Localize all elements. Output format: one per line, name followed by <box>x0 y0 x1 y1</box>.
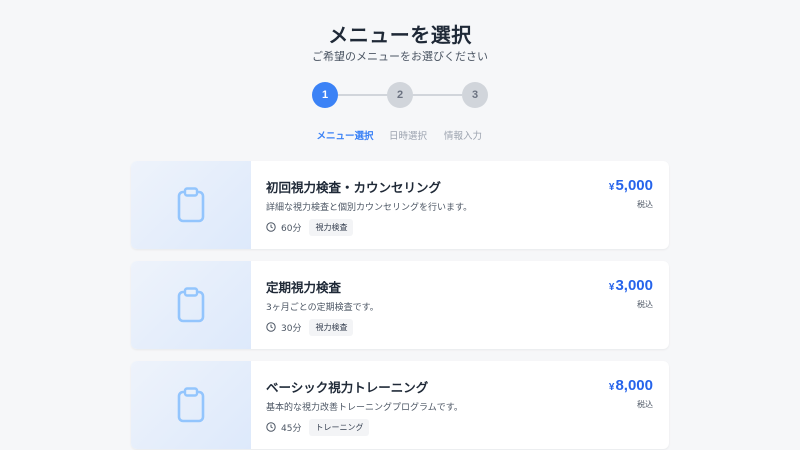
menu-card[interactable]: ベーシック視力トレーニング 基本的な視力改善トレーニングプログラムです。 45分… <box>131 361 669 449</box>
clipboard-icon <box>177 187 205 223</box>
price-currency: ¥ <box>608 282 615 293</box>
page-title: メニューを選択 <box>328 23 472 47</box>
card-thumbnail <box>131 361 251 449</box>
menu-description: 詳細な視力検査と個別カウンセリングを行います。 <box>266 203 473 213</box>
menu-meta: 60分 視力検査 <box>266 218 354 236</box>
menu-title: ベーシック視力トレーニング <box>266 380 429 395</box>
step-connector <box>412 94 462 96</box>
clipboard-icon <box>177 387 205 423</box>
clipboard-icon <box>177 287 205 323</box>
price-currency: ¥ <box>608 382 615 393</box>
card-thumbnail <box>131 261 251 349</box>
menu-price: ¥3,000 <box>609 277 653 294</box>
clock-icon <box>266 422 276 432</box>
menu-duration: 60分 <box>281 223 302 234</box>
price-currency: ¥ <box>608 182 615 193</box>
menu-tag: 視力検査 <box>309 318 354 336</box>
step-2-circle: 2 <box>387 82 413 108</box>
menu-description: 基本的な視力改善トレーニングプログラムです。 <box>266 403 463 413</box>
tax-note: 税込 <box>637 300 653 309</box>
price-value: 5,000 <box>615 177 653 194</box>
menu-duration: 45分 <box>281 423 302 434</box>
page-subtitle: ご希望のメニューをお選びください <box>312 50 488 63</box>
step-connector <box>338 94 388 96</box>
clock-icon <box>266 222 276 232</box>
menu-price: ¥5,000 <box>609 177 653 194</box>
clock-icon <box>266 322 276 332</box>
progress-stepper: 1 2 3 <box>312 82 488 108</box>
menu-card[interactable]: 定期視力検査 3ヶ月ごとの定期検査です。 30分 視力検査 ¥3,000 税込 <box>131 261 669 349</box>
price-value: 8,000 <box>615 377 653 394</box>
menu-tag: 視力検査 <box>309 218 354 236</box>
menu-title: 初回視力検査・カウンセリング <box>266 180 442 195</box>
step-3-circle: 3 <box>462 82 488 108</box>
price-value: 3,000 <box>615 277 653 294</box>
menu-card[interactable]: 初回視力検査・カウンセリング 詳細な視力検査と個別カウンセリングを行います。 6… <box>131 161 669 249</box>
menu-price: ¥8,000 <box>609 377 653 394</box>
step-2-label: 日時選択 <box>388 131 428 142</box>
menu-meta: 30分 視力検査 <box>266 318 354 336</box>
menu-title: 定期視力検査 <box>266 280 342 295</box>
menu-description: 3ヶ月ごとの定期検査です。 <box>266 303 379 313</box>
step-1-label: メニュー選択 <box>316 131 374 142</box>
step-3-label: 情報入力 <box>443 131 483 142</box>
tax-note: 税込 <box>637 200 653 209</box>
menu-duration: 30分 <box>281 323 302 334</box>
menu-meta: 45分 トレーニング <box>266 418 370 436</box>
card-thumbnail <box>131 161 251 249</box>
tax-note: 税込 <box>637 400 653 409</box>
step-1-circle: 1 <box>312 82 338 108</box>
menu-tag: トレーニング <box>309 418 370 436</box>
